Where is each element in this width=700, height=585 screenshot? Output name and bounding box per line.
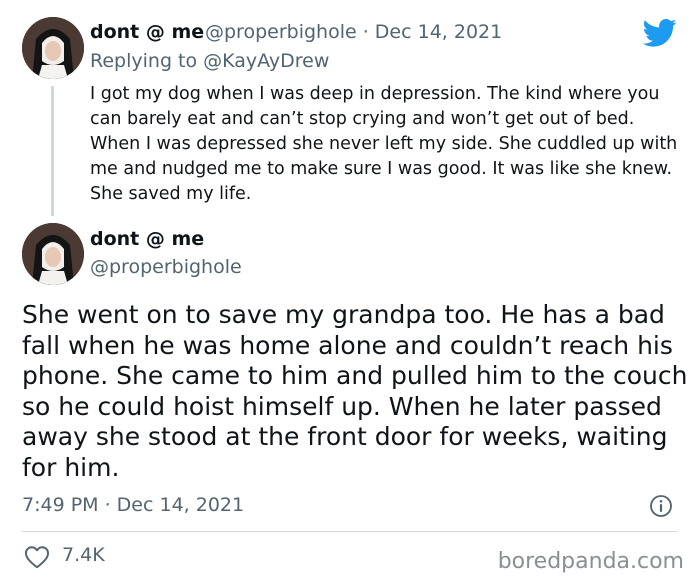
reply-tweet-text: I got my dog when I was deep in depressi… bbox=[90, 84, 678, 204]
reply-handle-date[interactable]: @properbighole · Dec 14, 2021 bbox=[205, 21, 502, 43]
thread-connector-line bbox=[51, 86, 54, 216]
heart-icon bbox=[24, 545, 50, 569]
reply-avatar[interactable] bbox=[22, 17, 84, 79]
boredpanda-watermark: boredpanda.com bbox=[497, 549, 684, 574]
like-count: 7.4K bbox=[62, 544, 105, 566]
like-button[interactable]: 7.4K bbox=[22, 544, 122, 570]
main-tweet-text: She went on to save my grandpa too. He h… bbox=[22, 300, 688, 482]
nun-avatar-image bbox=[22, 17, 84, 79]
tweet-timestamp[interactable]: 7:49 PM · Dec 14, 2021 bbox=[22, 494, 244, 516]
twitter-bird-icon bbox=[642, 18, 677, 48]
replying-to-label[interactable]: Replying to @KayAyDrew bbox=[90, 50, 329, 72]
main-avatar[interactable] bbox=[22, 223, 84, 285]
main-handle[interactable]: @properbighole bbox=[90, 256, 242, 278]
reply-display-name[interactable]: dont @ me bbox=[90, 21, 204, 43]
footer-divider bbox=[22, 531, 677, 532]
nun-avatar-image bbox=[22, 223, 84, 285]
info-icon[interactable] bbox=[649, 494, 673, 518]
main-display-name[interactable]: dont @ me bbox=[90, 228, 204, 250]
